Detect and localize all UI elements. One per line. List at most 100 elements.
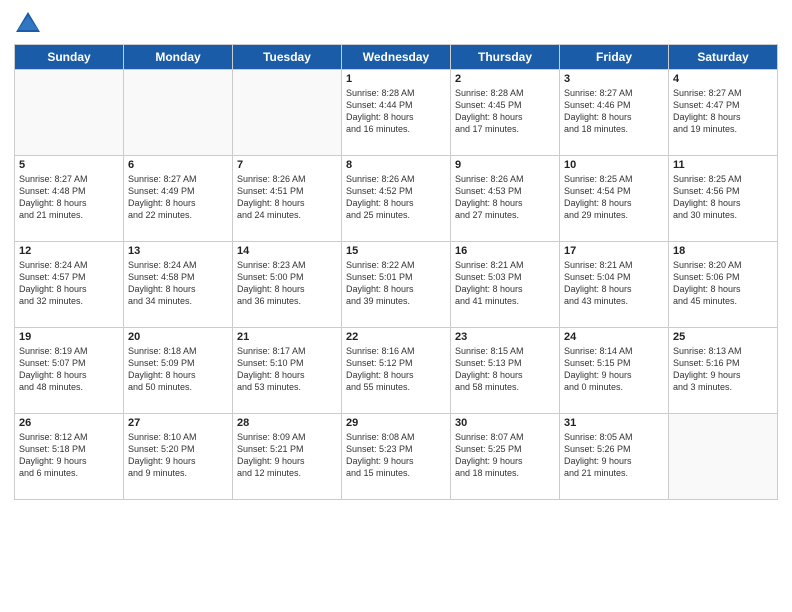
calendar-day-header: Monday bbox=[124, 45, 233, 70]
calendar-week-row: 19 Sunrise: 8:19 AM Sunset: 5:07 PM Dayli… bbox=[15, 328, 778, 414]
day-info: Sunrise: 8:27 AM Sunset: 4:48 PM Dayligh… bbox=[19, 173, 119, 222]
day-info: Sunrise: 8:21 AM Sunset: 5:04 PM Dayligh… bbox=[564, 259, 664, 308]
calendar-day-header: Sunday bbox=[15, 45, 124, 70]
calendar-day-header: Thursday bbox=[451, 45, 560, 70]
day-number: 2 bbox=[455, 73, 555, 85]
day-number: 15 bbox=[346, 245, 446, 257]
calendar-cell: 5 Sunrise: 8:27 AM Sunset: 4:48 PM Daylig… bbox=[15, 156, 124, 242]
calendar-table: SundayMondayTuesdayWednesdayThursdayFrid… bbox=[14, 44, 778, 500]
calendar-day-header: Wednesday bbox=[342, 45, 451, 70]
day-number: 3 bbox=[564, 73, 664, 85]
day-info: Sunrise: 8:27 AM Sunset: 4:49 PM Dayligh… bbox=[128, 173, 228, 222]
header bbox=[14, 10, 778, 38]
day-number: 10 bbox=[564, 159, 664, 171]
calendar-cell: 20Sunrise: 8:18 AM Sunset: 5:09 PM Dayli… bbox=[124, 328, 233, 414]
day-number: 29 bbox=[346, 417, 446, 429]
day-number: 21 bbox=[237, 331, 337, 343]
calendar-cell: 4Sunrise: 8:27 AM Sunset: 4:47 PM Daylig… bbox=[669, 70, 778, 156]
calendar-cell: 21 Sunrise: 8:17 AM Sunset: 5:10 PM Dayli… bbox=[233, 328, 342, 414]
day-info: Sunrise: 8:26 AM Sunset: 4:52 PM Dayligh… bbox=[346, 173, 446, 222]
day-info: Sunrise: 8:05 AM Sunset: 5:26 PM Dayligh… bbox=[564, 431, 664, 480]
day-number: 5 bbox=[19, 159, 119, 171]
day-number: 27 bbox=[128, 417, 228, 429]
day-number: 25 bbox=[673, 331, 773, 343]
calendar-cell: 16 Sunrise: 8:21 AM Sunset: 5:03 PM Dayli… bbox=[451, 242, 560, 328]
day-info: Sunrise: 8:26 AM Sunset: 4:53 PM Dayligh… bbox=[455, 173, 555, 222]
day-number: 16 bbox=[455, 245, 555, 257]
calendar-cell: 27Sunrise: 8:10 AM Sunset: 5:20 PM Dayli… bbox=[124, 414, 233, 500]
day-number: 12 bbox=[19, 245, 119, 257]
calendar-cell: 7 Sunrise: 8:26 AM Sunset: 4:51 PM Daylig… bbox=[233, 156, 342, 242]
calendar-cell: 19 Sunrise: 8:19 AM Sunset: 5:07 PM Dayli… bbox=[15, 328, 124, 414]
day-number: 8 bbox=[346, 159, 446, 171]
day-info: Sunrise: 8:23 AM Sunset: 5:00 PM Dayligh… bbox=[237, 259, 337, 308]
day-info: Sunrise: 8:14 AM Sunset: 5:15 PM Dayligh… bbox=[564, 345, 664, 394]
calendar-day-header: Tuesday bbox=[233, 45, 342, 70]
calendar-cell: 8 Sunrise: 8:26 AM Sunset: 4:52 PM Daylig… bbox=[342, 156, 451, 242]
day-number: 23 bbox=[455, 331, 555, 343]
day-info: Sunrise: 8:25 AM Sunset: 4:56 PM Dayligh… bbox=[673, 173, 773, 222]
calendar-day-header: Friday bbox=[560, 45, 669, 70]
day-number: 19 bbox=[19, 331, 119, 343]
day-number: 18 bbox=[673, 245, 773, 257]
calendar-cell: 13Sunrise: 8:24 AM Sunset: 4:58 PM Dayli… bbox=[124, 242, 233, 328]
calendar-cell: 3 Sunrise: 8:27 AM Sunset: 4:46 PM Daylig… bbox=[560, 70, 669, 156]
calendar-cell: 24 Sunrise: 8:14 AM Sunset: 5:15 PM Dayli… bbox=[560, 328, 669, 414]
day-info: Sunrise: 8:24 AM Sunset: 4:57 PM Dayligh… bbox=[19, 259, 119, 308]
day-info: Sunrise: 8:16 AM Sunset: 5:12 PM Dayligh… bbox=[346, 345, 446, 394]
day-info: Sunrise: 8:21 AM Sunset: 5:03 PM Dayligh… bbox=[455, 259, 555, 308]
day-number: 9 bbox=[455, 159, 555, 171]
calendar-cell bbox=[233, 70, 342, 156]
calendar-week-row: 26Sunrise: 8:12 AM Sunset: 5:18 PM Dayli… bbox=[15, 414, 778, 500]
calendar-cell: 1 Sunrise: 8:28 AM Sunset: 4:44 PM Daylig… bbox=[342, 70, 451, 156]
day-info: Sunrise: 8:28 AM Sunset: 4:44 PM Dayligh… bbox=[346, 87, 446, 136]
logo bbox=[14, 10, 46, 38]
calendar-week-row: 1 Sunrise: 8:28 AM Sunset: 4:44 PM Daylig… bbox=[15, 70, 778, 156]
calendar-cell: 28Sunrise: 8:09 AM Sunset: 5:21 PM Dayli… bbox=[233, 414, 342, 500]
day-info: Sunrise: 8:19 AM Sunset: 5:07 PM Dayligh… bbox=[19, 345, 119, 394]
day-info: Sunrise: 8:13 AM Sunset: 5:16 PM Dayligh… bbox=[673, 345, 773, 394]
day-number: 14 bbox=[237, 245, 337, 257]
day-number: 31 bbox=[564, 417, 664, 429]
calendar-cell: 26Sunrise: 8:12 AM Sunset: 5:18 PM Dayli… bbox=[15, 414, 124, 500]
calendar-day-header: Saturday bbox=[669, 45, 778, 70]
day-number: 22 bbox=[346, 331, 446, 343]
day-number: 6 bbox=[128, 159, 228, 171]
calendar-cell: 25 Sunrise: 8:13 AM Sunset: 5:16 PM Dayli… bbox=[669, 328, 778, 414]
calendar-cell: 14 Sunrise: 8:23 AM Sunset: 5:00 PM Dayli… bbox=[233, 242, 342, 328]
logo-icon bbox=[14, 10, 42, 38]
calendar-cell: 12 Sunrise: 8:24 AM Sunset: 4:57 PM Dayli… bbox=[15, 242, 124, 328]
calendar-cell: 18 Sunrise: 8:20 AM Sunset: 5:06 PM Dayli… bbox=[669, 242, 778, 328]
day-number: 7 bbox=[237, 159, 337, 171]
calendar-cell: 10 Sunrise: 8:25 AM Sunset: 4:54 PM Dayli… bbox=[560, 156, 669, 242]
calendar-cell: 29Sunrise: 8:08 AM Sunset: 5:23 PM Dayli… bbox=[342, 414, 451, 500]
calendar-cell: 11 Sunrise: 8:25 AM Sunset: 4:56 PM Dayli… bbox=[669, 156, 778, 242]
day-info: Sunrise: 8:27 AM Sunset: 4:47 PM Dayligh… bbox=[673, 87, 773, 136]
day-info: Sunrise: 8:20 AM Sunset: 5:06 PM Dayligh… bbox=[673, 259, 773, 308]
calendar-cell: 2Sunrise: 8:28 AM Sunset: 4:45 PM Daylig… bbox=[451, 70, 560, 156]
calendar-cell bbox=[15, 70, 124, 156]
calendar-header-row: SundayMondayTuesdayWednesdayThursdayFrid… bbox=[15, 45, 778, 70]
calendar-cell bbox=[124, 70, 233, 156]
day-number: 28 bbox=[237, 417, 337, 429]
calendar-cell: 6 Sunrise: 8:27 AM Sunset: 4:49 PM Daylig… bbox=[124, 156, 233, 242]
calendar-week-row: 12 Sunrise: 8:24 AM Sunset: 4:57 PM Dayli… bbox=[15, 242, 778, 328]
day-number: 1 bbox=[346, 73, 446, 85]
day-info: Sunrise: 8:22 AM Sunset: 5:01 PM Dayligh… bbox=[346, 259, 446, 308]
calendar-cell: 15 Sunrise: 8:22 AM Sunset: 5:01 PM Dayli… bbox=[342, 242, 451, 328]
calendar-cell: 22 Sunrise: 8:16 AM Sunset: 5:12 PM Dayli… bbox=[342, 328, 451, 414]
calendar-cell bbox=[669, 414, 778, 500]
calendar-cell: 31 Sunrise: 8:05 AM Sunset: 5:26 PM Dayli… bbox=[560, 414, 669, 500]
day-number: 24 bbox=[564, 331, 664, 343]
day-info: Sunrise: 8:12 AM Sunset: 5:18 PM Dayligh… bbox=[19, 431, 119, 480]
day-info: Sunrise: 8:17 AM Sunset: 5:10 PM Dayligh… bbox=[237, 345, 337, 394]
calendar-week-row: 5 Sunrise: 8:27 AM Sunset: 4:48 PM Daylig… bbox=[15, 156, 778, 242]
calendar-cell: 9 Sunrise: 8:26 AM Sunset: 4:53 PM Daylig… bbox=[451, 156, 560, 242]
day-info: Sunrise: 8:15 AM Sunset: 5:13 PM Dayligh… bbox=[455, 345, 555, 394]
day-number: 13 bbox=[128, 245, 228, 257]
day-number: 11 bbox=[673, 159, 773, 171]
page: SundayMondayTuesdayWednesdayThursdayFrid… bbox=[0, 0, 792, 612]
day-info: Sunrise: 8:27 AM Sunset: 4:46 PM Dayligh… bbox=[564, 87, 664, 136]
day-info: Sunrise: 8:25 AM Sunset: 4:54 PM Dayligh… bbox=[564, 173, 664, 222]
day-info: Sunrise: 8:26 AM Sunset: 4:51 PM Dayligh… bbox=[237, 173, 337, 222]
